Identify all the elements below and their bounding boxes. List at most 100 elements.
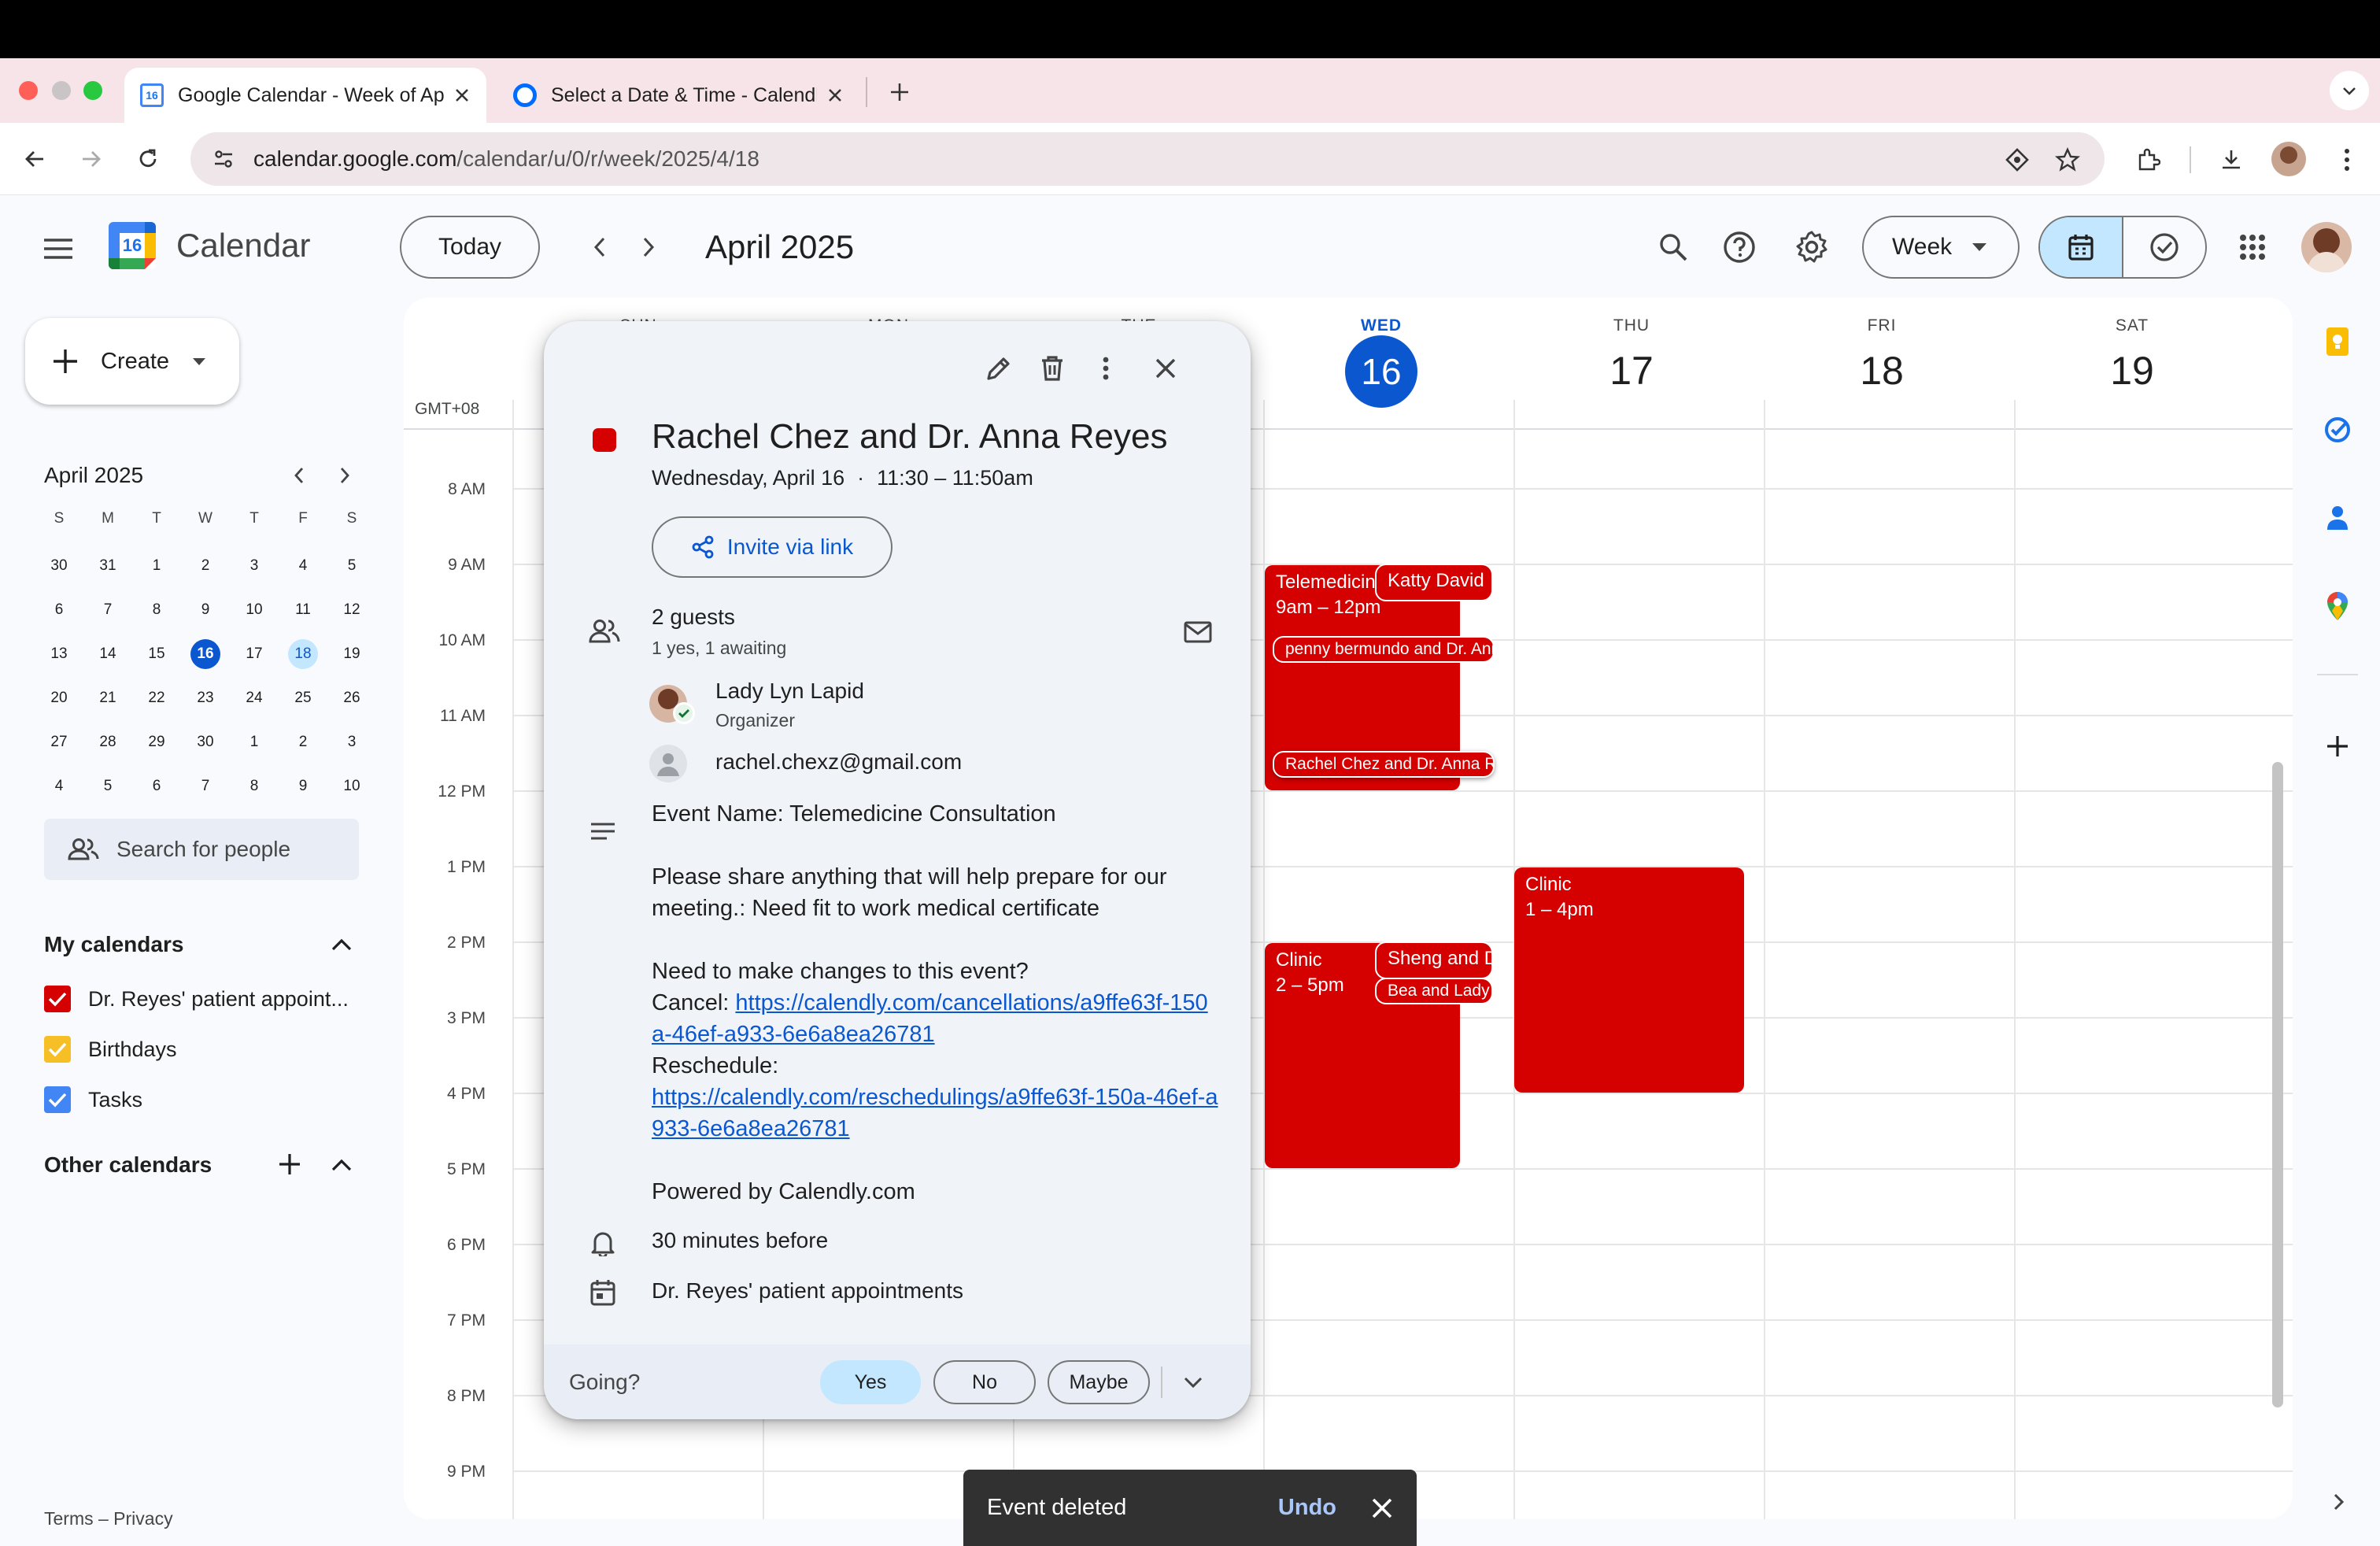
mini-day[interactable]: 4	[279, 551, 327, 581]
mini-day[interactable]: 21	[83, 683, 132, 713]
mini-day[interactable]: 17	[230, 639, 279, 669]
collapse-my-calendars-icon[interactable]	[324, 929, 359, 960]
calendar-item-birthdays[interactable]: Birthdays	[44, 1036, 177, 1063]
grid-scrollbar[interactable]	[2272, 762, 2283, 1407]
create-button[interactable]: Create	[25, 318, 239, 405]
mini-day[interactable]: 8	[230, 771, 279, 801]
mini-day[interactable]: 8	[132, 595, 181, 625]
checkbox-checked-icon[interactable]	[44, 1036, 71, 1063]
event-sheng-chip[interactable]: Sheng and Dr. Anna Reyes	[1375, 941, 1493, 979]
invite-via-link-button[interactable]: Invite via link	[652, 516, 893, 578]
event-clinic-thu-block[interactable]: Clinic 1 – 4pm	[1514, 867, 1744, 1093]
mini-day[interactable]: 28	[83, 727, 132, 757]
address-bar[interactable]: calendar.google.com/calendar/u/0/r/week/…	[190, 132, 2105, 186]
mini-day[interactable]: 6	[132, 771, 181, 801]
day-number[interactable]: 19	[2007, 340, 2257, 401]
undo-button[interactable]: Undo	[1278, 1495, 1336, 1521]
mini-day[interactable]: 5	[83, 771, 132, 801]
mini-day[interactable]: 12	[327, 595, 376, 625]
rsvp-maybe-button[interactable]: Maybe	[1048, 1360, 1150, 1404]
mini-day[interactable]: 3	[327, 727, 376, 757]
calendar-item-tasks[interactable]: Tasks	[44, 1086, 142, 1113]
new-tab-icon[interactable]	[880, 72, 919, 112]
day-header-wed[interactable]: WED 16	[1256, 298, 1506, 408]
mini-day[interactable]: 1	[132, 551, 181, 581]
guest-avatar-placeholder[interactable]	[649, 745, 687, 782]
day-number[interactable]: 17	[1506, 340, 1757, 401]
dismiss-snackbar-icon[interactable]	[1371, 1497, 1393, 1519]
mini-day[interactable]: 9	[181, 595, 230, 625]
search-icon[interactable]	[1651, 225, 1695, 269]
contacts-icon[interactable]	[2317, 497, 2358, 538]
rsvp-no-button[interactable]: No	[933, 1360, 1036, 1404]
mini-next-month-icon[interactable]	[331, 461, 359, 490]
day-header-thu[interactable]: THU 17	[1506, 298, 1757, 401]
mini-day[interactable]: 4	[35, 771, 83, 801]
help-icon[interactable]	[1717, 225, 1761, 269]
tasks-view-toggle-icon[interactable]	[2123, 217, 2205, 277]
mini-day[interactable]: 22	[132, 683, 181, 713]
mini-day[interactable]: 20	[35, 683, 83, 713]
mini-day[interactable]: 14	[83, 639, 132, 669]
edit-event-pencil-icon[interactable]	[977, 346, 1021, 390]
day-header-sat[interactable]: SAT 19	[2007, 298, 2257, 401]
mini-day[interactable]: 15	[132, 639, 181, 669]
today-button[interactable]: Today	[400, 216, 540, 279]
checkbox-checked-icon[interactable]	[44, 986, 71, 1012]
mini-day[interactable]: 26	[327, 683, 376, 713]
forward-icon[interactable]	[72, 140, 110, 178]
mini-day[interactable]: 30	[35, 551, 83, 581]
more-options-icon[interactable]	[1087, 346, 1125, 390]
next-week-icon[interactable]	[630, 227, 667, 268]
back-icon[interactable]	[16, 140, 54, 178]
reschedule-link[interactable]: https://calendly.com/reschedulings/a9ffe…	[652, 1085, 1218, 1141]
extensions-icon[interactable]	[2128, 140, 2168, 179]
search-people-input[interactable]: Search for people	[44, 819, 359, 880]
close-window-button[interactable]	[19, 81, 38, 100]
mini-day-today[interactable]: 16	[190, 639, 220, 669]
mini-day[interactable]: 11	[279, 595, 327, 625]
mini-day[interactable]: 13	[35, 639, 83, 669]
checkbox-checked-icon[interactable]	[44, 1086, 71, 1113]
view-switcher-dropdown[interactable]: Week	[1862, 216, 2020, 279]
mini-day[interactable]: 31	[83, 551, 132, 581]
mini-day[interactable]: 7	[83, 595, 132, 625]
mini-day[interactable]: 19	[327, 639, 376, 669]
rsvp-options-chevron-icon[interactable]	[1173, 1362, 1213, 1403]
day-header-fri[interactable]: FRI 18	[1757, 298, 2007, 401]
event-rachel-chip[interactable]: Rachel Chez and Dr. Anna Reyes	[1273, 751, 1495, 778]
browser-tab-active[interactable]: 16 Google Calendar - Week of April 14, 2…	[124, 68, 486, 123]
bookmark-star-icon[interactable]	[2049, 142, 2086, 178]
event-bea-chip[interactable]: Bea and Lady Lyn Lapid	[1375, 978, 1493, 1004]
previous-week-icon[interactable]	[581, 227, 619, 268]
lens-icon[interactable]	[1999, 142, 2035, 178]
reload-icon[interactable]	[129, 140, 167, 178]
downloads-icon[interactable]	[2212, 140, 2251, 179]
close-popup-icon[interactable]	[1144, 346, 1188, 390]
show-side-panel-icon[interactable]	[2323, 1486, 2355, 1518]
mini-day[interactable]: 24	[230, 683, 279, 713]
mini-day[interactable]: 3	[230, 551, 279, 581]
mini-prev-month-icon[interactable]	[285, 461, 313, 490]
calendar-view-toggle-icon[interactable]	[2040, 217, 2123, 277]
event-katty-chip[interactable]: Katty David	[1375, 564, 1493, 601]
mini-day[interactable]: 9	[279, 771, 327, 801]
url-text[interactable]: calendar.google.com/calendar/u/0/r/week/…	[253, 146, 759, 172]
collapse-other-calendars-icon[interactable]	[324, 1149, 359, 1181]
mini-day[interactable]: 10	[327, 771, 376, 801]
mini-day[interactable]: 23	[181, 683, 230, 713]
browser-profile-avatar[interactable]	[2271, 142, 2306, 176]
day-number[interactable]: 18	[1757, 340, 2007, 401]
minimize-window-button[interactable]	[52, 81, 71, 100]
tasks-icon[interactable]	[2317, 409, 2358, 450]
site-info-icon[interactable]	[203, 139, 244, 179]
close-tab-icon[interactable]	[453, 87, 471, 104]
settings-gear-icon[interactable]	[1790, 225, 1834, 269]
today-day-number[interactable]: 16	[1345, 335, 1417, 408]
calendar-item-reyes[interactable]: Dr. Reyes' patient appoint...	[44, 986, 349, 1012]
delete-event-trash-icon[interactable]	[1030, 346, 1074, 390]
mini-day[interactable]: 5	[327, 551, 376, 581]
browser-menu-icon[interactable]	[2330, 140, 2364, 179]
mini-day[interactable]: 27	[35, 727, 83, 757]
rsvp-yes-button[interactable]: Yes	[820, 1360, 921, 1404]
